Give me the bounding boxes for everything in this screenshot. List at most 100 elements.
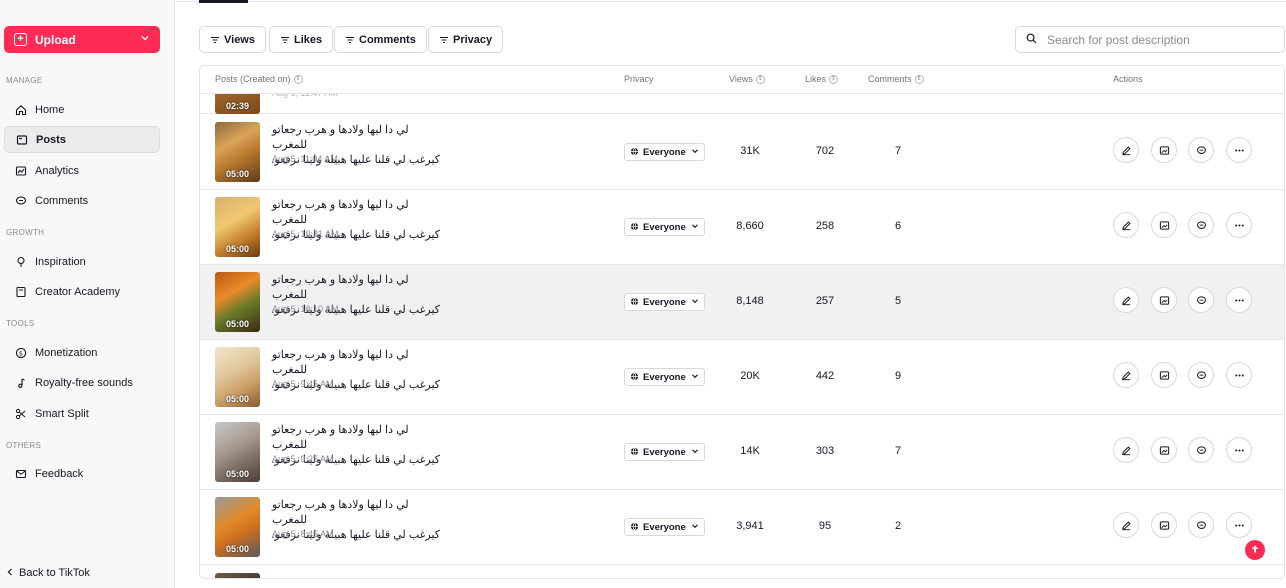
filter-privacy-button[interactable]: Privacy (428, 26, 504, 53)
comments-button[interactable] (1188, 287, 1214, 313)
scissors-icon (14, 407, 28, 421)
video-thumbnail[interactable]: 05:00 (215, 272, 260, 332)
edit-button[interactable] (1113, 362, 1139, 388)
sidebar-item-inspiration[interactable]: Inspiration (4, 248, 160, 275)
home-icon (14, 103, 28, 117)
upload-button[interactable]: + Upload (4, 26, 160, 53)
globe-icon (630, 222, 639, 233)
cover-button[interactable] (1151, 362, 1177, 388)
more-horizontal-icon (1234, 448, 1244, 452)
table-row[interactable]: 05:00 لي دا ليها ولادها و هرب رجعاتو للم… (200, 340, 1284, 415)
cover-button[interactable] (1151, 137, 1177, 163)
more-horizontal-icon (1234, 298, 1244, 302)
video-duration: 05:00 (225, 244, 250, 254)
chevron-down-icon (691, 147, 699, 157)
search-input[interactable] (1047, 32, 1267, 47)
privacy-value: Everyone (643, 146, 686, 158)
edit-button[interactable] (1113, 512, 1139, 538)
video-thumbnail[interactable] (215, 573, 260, 578)
post-date: Aug 5, 8:45 AM (272, 529, 334, 539)
privacy-dropdown[interactable]: Everyone (624, 518, 705, 536)
column-header-privacy: Privacy (624, 74, 654, 84)
likes-count: 95 (818, 520, 832, 532)
edit-button[interactable] (1113, 437, 1139, 463)
video-thumbnail[interactable]: 05:00 (215, 422, 260, 482)
more-options-button[interactable] (1226, 137, 1252, 163)
more-horizontal-icon (1234, 373, 1244, 377)
comments-button[interactable] (1188, 512, 1214, 538)
post-description-line: لي دا ليها ولادها و هرب رجعاتو للمغرب (272, 424, 409, 451)
video-thumbnail[interactable]: 05:00 (215, 497, 260, 557)
sidebar-item-creator-academy[interactable]: Creator Academy (4, 278, 160, 305)
filter-comments-button[interactable]: Comments (334, 26, 427, 53)
table-row-partial[interactable] (200, 571, 1284, 578)
more-options-button[interactable] (1226, 212, 1252, 238)
table-row[interactable]: 05:00 لي دا ليها ولادها و هرب رجعاتو للم… (200, 115, 1284, 190)
likes-count: 303 (815, 445, 835, 457)
column-header-posts[interactable]: Posts (Created on) ⇕ (215, 74, 303, 84)
video-thumbnail[interactable]: 05:00 (215, 197, 260, 257)
privacy-dropdown[interactable]: Everyone (624, 143, 705, 161)
search-box[interactable] (1015, 26, 1285, 53)
filter-likes-button[interactable]: Likes (269, 26, 334, 53)
sidebar-item-label: Comments (35, 194, 89, 207)
more-options-button[interactable] (1226, 437, 1252, 463)
sidebar-item-posts[interactable]: Posts (4, 126, 160, 153)
chevron-down-icon (691, 522, 699, 532)
comments-button[interactable] (1188, 137, 1214, 163)
sidebar-item-home[interactable]: Home (4, 96, 160, 123)
table-row[interactable]: 05:00 لي دا ليها ولادها و هرب رجعاتو للم… (200, 190, 1284, 265)
table-row[interactable]: 05:00 لي دا ليها ولادها و هرب رجعاتو للم… (200, 265, 1284, 340)
cover-button[interactable] (1151, 287, 1177, 313)
comments-button[interactable] (1188, 362, 1214, 388)
privacy-value: Everyone (643, 371, 686, 383)
edit-button[interactable] (1113, 287, 1139, 313)
privacy-dropdown[interactable]: Everyone (624, 218, 705, 236)
pencil-icon (1121, 220, 1131, 230)
arrow-up-icon (1250, 544, 1260, 557)
sidebar-item-smart-split[interactable]: Smart Split (4, 400, 160, 427)
pencil-icon (1121, 145, 1131, 155)
filter-label: Privacy (453, 33, 493, 46)
comments-button[interactable] (1188, 437, 1214, 463)
privacy-dropdown[interactable]: Everyone (624, 368, 705, 386)
sidebar-item-analytics[interactable]: Analytics (4, 157, 160, 184)
post-description-line: لي دا ليها ولادها و هرب رجعاتو للمغرب (272, 349, 409, 376)
more-horizontal-icon (1234, 223, 1244, 227)
column-header-label: Privacy (624, 74, 654, 84)
sidebar-item-royalty-free-sounds[interactable]: Royalty-free sounds (4, 369, 160, 396)
more-options-button[interactable] (1226, 287, 1252, 313)
cover-button[interactable] (1151, 512, 1177, 538)
search-icon (1026, 33, 1037, 47)
sidebar-item-comments[interactable]: Comments (4, 187, 160, 214)
sidebar-item-feedback[interactable]: Feedback (4, 460, 160, 487)
cover-button[interactable] (1151, 212, 1177, 238)
privacy-dropdown[interactable]: Everyone (624, 443, 705, 461)
video-duration: 05:00 (225, 169, 250, 179)
filter-views-button[interactable]: Views (199, 26, 266, 53)
scroll-to-top-button[interactable] (1245, 540, 1265, 560)
table-row[interactable]: 05:00 لي دا ليها ولادها و هرب رجعاتو للم… (200, 490, 1284, 565)
column-header-likes[interactable]: Likes ⇕ (805, 74, 839, 84)
cover-button[interactable] (1151, 437, 1177, 463)
table-row[interactable]: 05:00 لي دا ليها ولادها و هرب رجعاتو للم… (200, 415, 1284, 490)
back-to-tiktok-link[interactable]: Back to TikTok (6, 567, 90, 579)
privacy-dropdown[interactable]: Everyone (624, 293, 705, 311)
post-date: Aug 5, 10:31 AM (272, 229, 339, 239)
more-options-button[interactable] (1226, 512, 1252, 538)
column-header-comments[interactable]: Comments ⇕ (868, 74, 924, 84)
more-options-button[interactable] (1226, 362, 1252, 388)
edit-button[interactable] (1113, 212, 1139, 238)
table-row-partial[interactable]: 02:39 Aug 5, 11:47 AM (200, 66, 1284, 114)
chevron-left-icon (6, 567, 14, 579)
globe-icon (630, 147, 639, 158)
views-count: 3,941 (736, 520, 764, 532)
video-thumbnail[interactable]: 05:00 (215, 122, 260, 182)
section-label-tools: TOOLS (6, 319, 35, 328)
views-count: 20K (740, 370, 760, 382)
comments-button[interactable] (1188, 212, 1214, 238)
video-thumbnail[interactable]: 05:00 (215, 347, 260, 407)
column-header-views[interactable]: Views ⇕ (729, 74, 765, 84)
sidebar-item-monetization[interactable]: $ Monetization (4, 339, 160, 366)
edit-button[interactable] (1113, 137, 1139, 163)
